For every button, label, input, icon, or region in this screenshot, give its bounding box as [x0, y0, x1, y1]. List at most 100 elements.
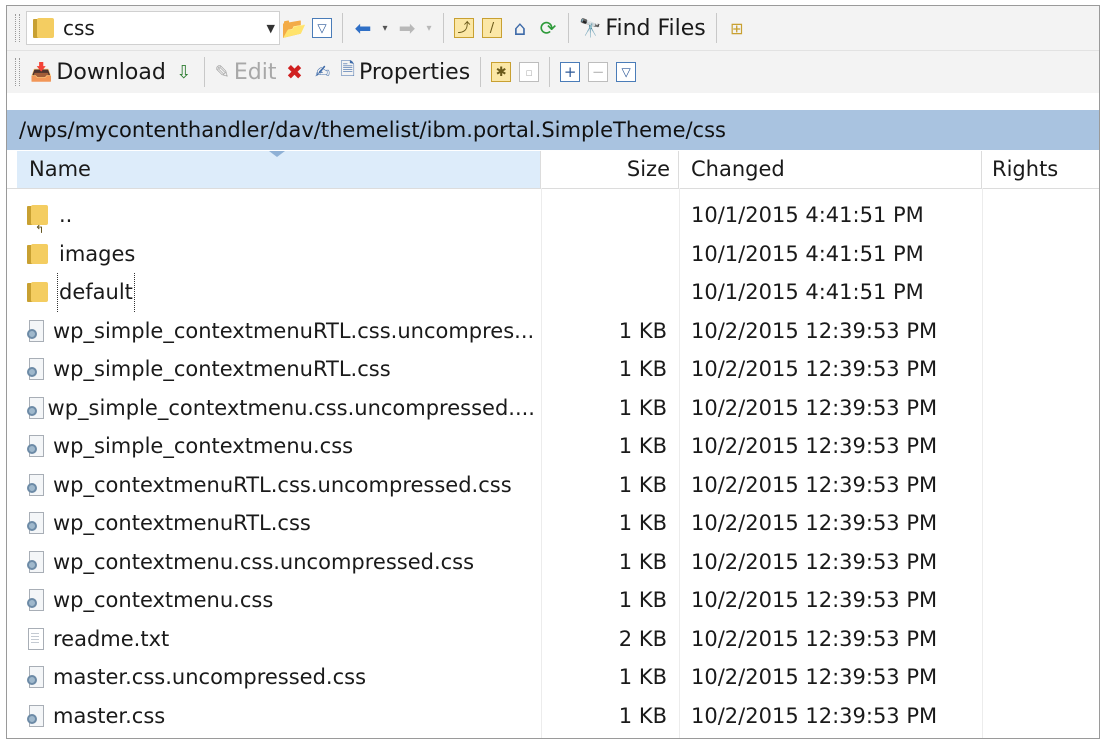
back-icon[interactable]: ⬅ [349, 13, 377, 43]
path-combo-box[interactable]: css ▼ [26, 11, 280, 45]
chevron-down-icon[interactable]: ▼ [267, 22, 275, 35]
up-arrow-icon: ↰ [35, 223, 45, 235]
file-size: 2 KB [618, 626, 667, 651]
file-panel: css ▼ 📂 ▽ ⬅ ▾ ➡ ▾ ⤴ / ⌂ ⟳ 🔭 Find Files ⊞… [6, 5, 1100, 739]
file-name: .. [59, 203, 73, 227]
file-name: wp_contextmenu.css [53, 588, 274, 612]
toolbar-grip[interactable] [15, 14, 20, 42]
folder-icon [27, 243, 49, 264]
text-file-icon [27, 627, 44, 650]
file-row[interactable]: readme.txt 2 KB 10/2/2015 12:39:53 PM [7, 620, 1099, 659]
file-size [541, 273, 667, 312]
column-header-size[interactable]: Size [541, 151, 679, 188]
css-file-icon [27, 473, 44, 496]
file-name: wp_contextmenuRTL.css.uncompressed.css [53, 472, 512, 497]
file-size: 1 KB [618, 357, 667, 381]
toolbar-separator [480, 57, 482, 87]
file-row[interactable]: wp_simple_contextmenuRTL.css.uncompres..… [7, 312, 1099, 351]
file-name: readme.txt [53, 626, 170, 651]
file-row[interactable]: wp_contextmenuRTL.css 1 KB 10/2/2015 12:39… [7, 504, 1099, 543]
toolbar-grip[interactable] [15, 58, 20, 86]
toolbar-separator [549, 57, 551, 87]
new-folder-icon[interactable]: ✱ [487, 57, 515, 87]
column-header-row: Name Size Changed Rights [7, 151, 1099, 189]
file-size: 1 KB [618, 549, 667, 574]
file-name: wp_contextmenuRTL.css [53, 511, 311, 535]
file-row[interactable]: wp_contextmenu.css 1 KB 10/2/2015 12:39:53… [7, 581, 1099, 620]
file-list: ↰.. 10/1/2015 4:41:51 PM images 10/1/2015 4… [7, 196, 1099, 735]
file-name: wp_simple_contextmenu.css.uncompressed..… [47, 395, 535, 420]
forward-icon[interactable]: ➡ [393, 13, 421, 43]
file-name: wp_simple_contextmenu.css [53, 434, 354, 458]
home-icon[interactable]: ⌂ [506, 13, 534, 43]
file-name: wp_simple_contextmenuRTL.css [53, 357, 391, 381]
new-file-icon[interactable]: ▫ [515, 57, 543, 87]
file-changed: 10/2/2015 12:39:53 PM [691, 549, 938, 574]
file-name-cell: ↰.. [27, 196, 535, 235]
file-size: 1 KB [618, 588, 667, 612]
file-size: 1 KB [618, 665, 667, 689]
back-dropdown-icon[interactable]: ▾ [377, 13, 393, 43]
css-file-icon [27, 704, 44, 727]
column-header-name[interactable]: Name [17, 151, 541, 188]
download-options-icon[interactable]: ⇩ [170, 57, 198, 87]
edit-button[interactable]: ✎ Edit [211, 56, 281, 88]
file-changed: 10/2/2015 12:39:53 PM [691, 703, 938, 728]
file-name-cell: readme.txt [27, 620, 535, 659]
column-header-changed[interactable]: Changed [679, 151, 982, 188]
file-name-cell: wp_simple_contextmenu.css.uncompressed..… [27, 389, 535, 428]
file-size: 1 KB [618, 703, 667, 728]
file-size [541, 196, 667, 235]
file-row[interactable]: master.css 1 KB 10/2/2015 12:39:53 PM [7, 697, 1099, 736]
download-button[interactable]: 📥 Download [26, 56, 170, 88]
css-file-icon [27, 589, 44, 612]
rename-icon[interactable]: ✍ [308, 57, 336, 87]
deselect-all-icon[interactable]: − [584, 57, 612, 87]
file-row[interactable]: images 10/1/2015 4:41:51 PM [7, 235, 1099, 274]
file-row[interactable]: wp_simple_contextmenu.css 1 KB 10/2/2015 1… [7, 427, 1099, 466]
css-file-icon [27, 319, 44, 342]
sort-indicator-icon [269, 151, 285, 157]
file-row[interactable]: master.css.uncompressed.css 1 KB 10/2/2015… [7, 658, 1099, 697]
root-directory-icon[interactable]: / [478, 13, 506, 43]
file-name: default [57, 273, 135, 312]
file-name-cell: master.css.uncompressed.css [27, 658, 535, 697]
tree-view-icon[interactable]: ⊞ [723, 13, 751, 43]
file-row[interactable]: wp_simple_contextmenuRTL.css 1 KB 10/2/201… [7, 350, 1099, 389]
refresh-icon[interactable]: ⟳ [534, 13, 562, 43]
css-file-icon [27, 396, 44, 419]
download-icon: 📥 [30, 61, 53, 83]
file-row[interactable]: wp_contextmenuRTL.css.uncompressed.css 1 … [7, 466, 1099, 505]
delete-icon[interactable]: ✖ [280, 57, 308, 87]
path-combo-value: css [63, 16, 95, 40]
file-actions-toolbar: 📥 Download ⇩ ✎ Edit ✖ ✍ 🗎 Properties ✱ ▫… [7, 51, 1099, 93]
file-name: master.css [53, 703, 166, 728]
navigation-toolbar: css ▼ 📂 ▽ ⬅ ▾ ➡ ▾ ⤴ / ⌂ ⟳ 🔭 Find Files ⊞ [7, 6, 1099, 51]
filter-icon[interactable]: ▽ [308, 13, 336, 43]
open-directory-icon[interactable]: 📂 [280, 13, 308, 43]
file-row[interactable]: wp_simple_contextmenu.css.uncompressed..… [7, 389, 1099, 428]
css-file-icon [27, 512, 44, 535]
parent-directory-icon[interactable]: ⤴ [450, 13, 478, 43]
file-size: 1 KB [618, 395, 667, 420]
file-changed: 10/1/2015 4:41:51 PM [691, 203, 924, 227]
select-all-icon[interactable]: + [556, 57, 584, 87]
find-files-button[interactable]: 🔭 Find Files [575, 12, 710, 44]
parent-folder-icon: ↰ [27, 205, 49, 235]
properties-button[interactable]: 🗎 Properties [336, 56, 474, 88]
file-row[interactable]: wp_contextmenu.css.uncompressed.css 1 KB 1… [7, 543, 1099, 582]
file-size [541, 235, 667, 274]
css-file-icon [27, 358, 44, 381]
file-name-cell: default [27, 273, 535, 312]
file-changed: 10/2/2015 12:39:53 PM [691, 511, 938, 535]
column-header-rights[interactable]: Rights [982, 151, 1099, 188]
toolbar-separator [203, 57, 205, 87]
file-changed: 10/2/2015 12:39:53 PM [691, 626, 938, 651]
forward-dropdown-icon[interactable]: ▾ [421, 13, 437, 43]
file-changed: 10/1/2015 4:41:51 PM [691, 241, 924, 266]
current-path-bar: /wps/mycontenthandler/dav/themelist/ibm.… [7, 110, 1099, 150]
file-row[interactable]: default 10/1/2015 4:41:51 PM [7, 273, 1099, 312]
file-changed: 10/2/2015 12:39:53 PM [691, 588, 938, 612]
invert-selection-icon[interactable]: ▽ [612, 57, 640, 87]
file-row[interactable]: ↰.. 10/1/2015 4:41:51 PM [7, 196, 1099, 235]
